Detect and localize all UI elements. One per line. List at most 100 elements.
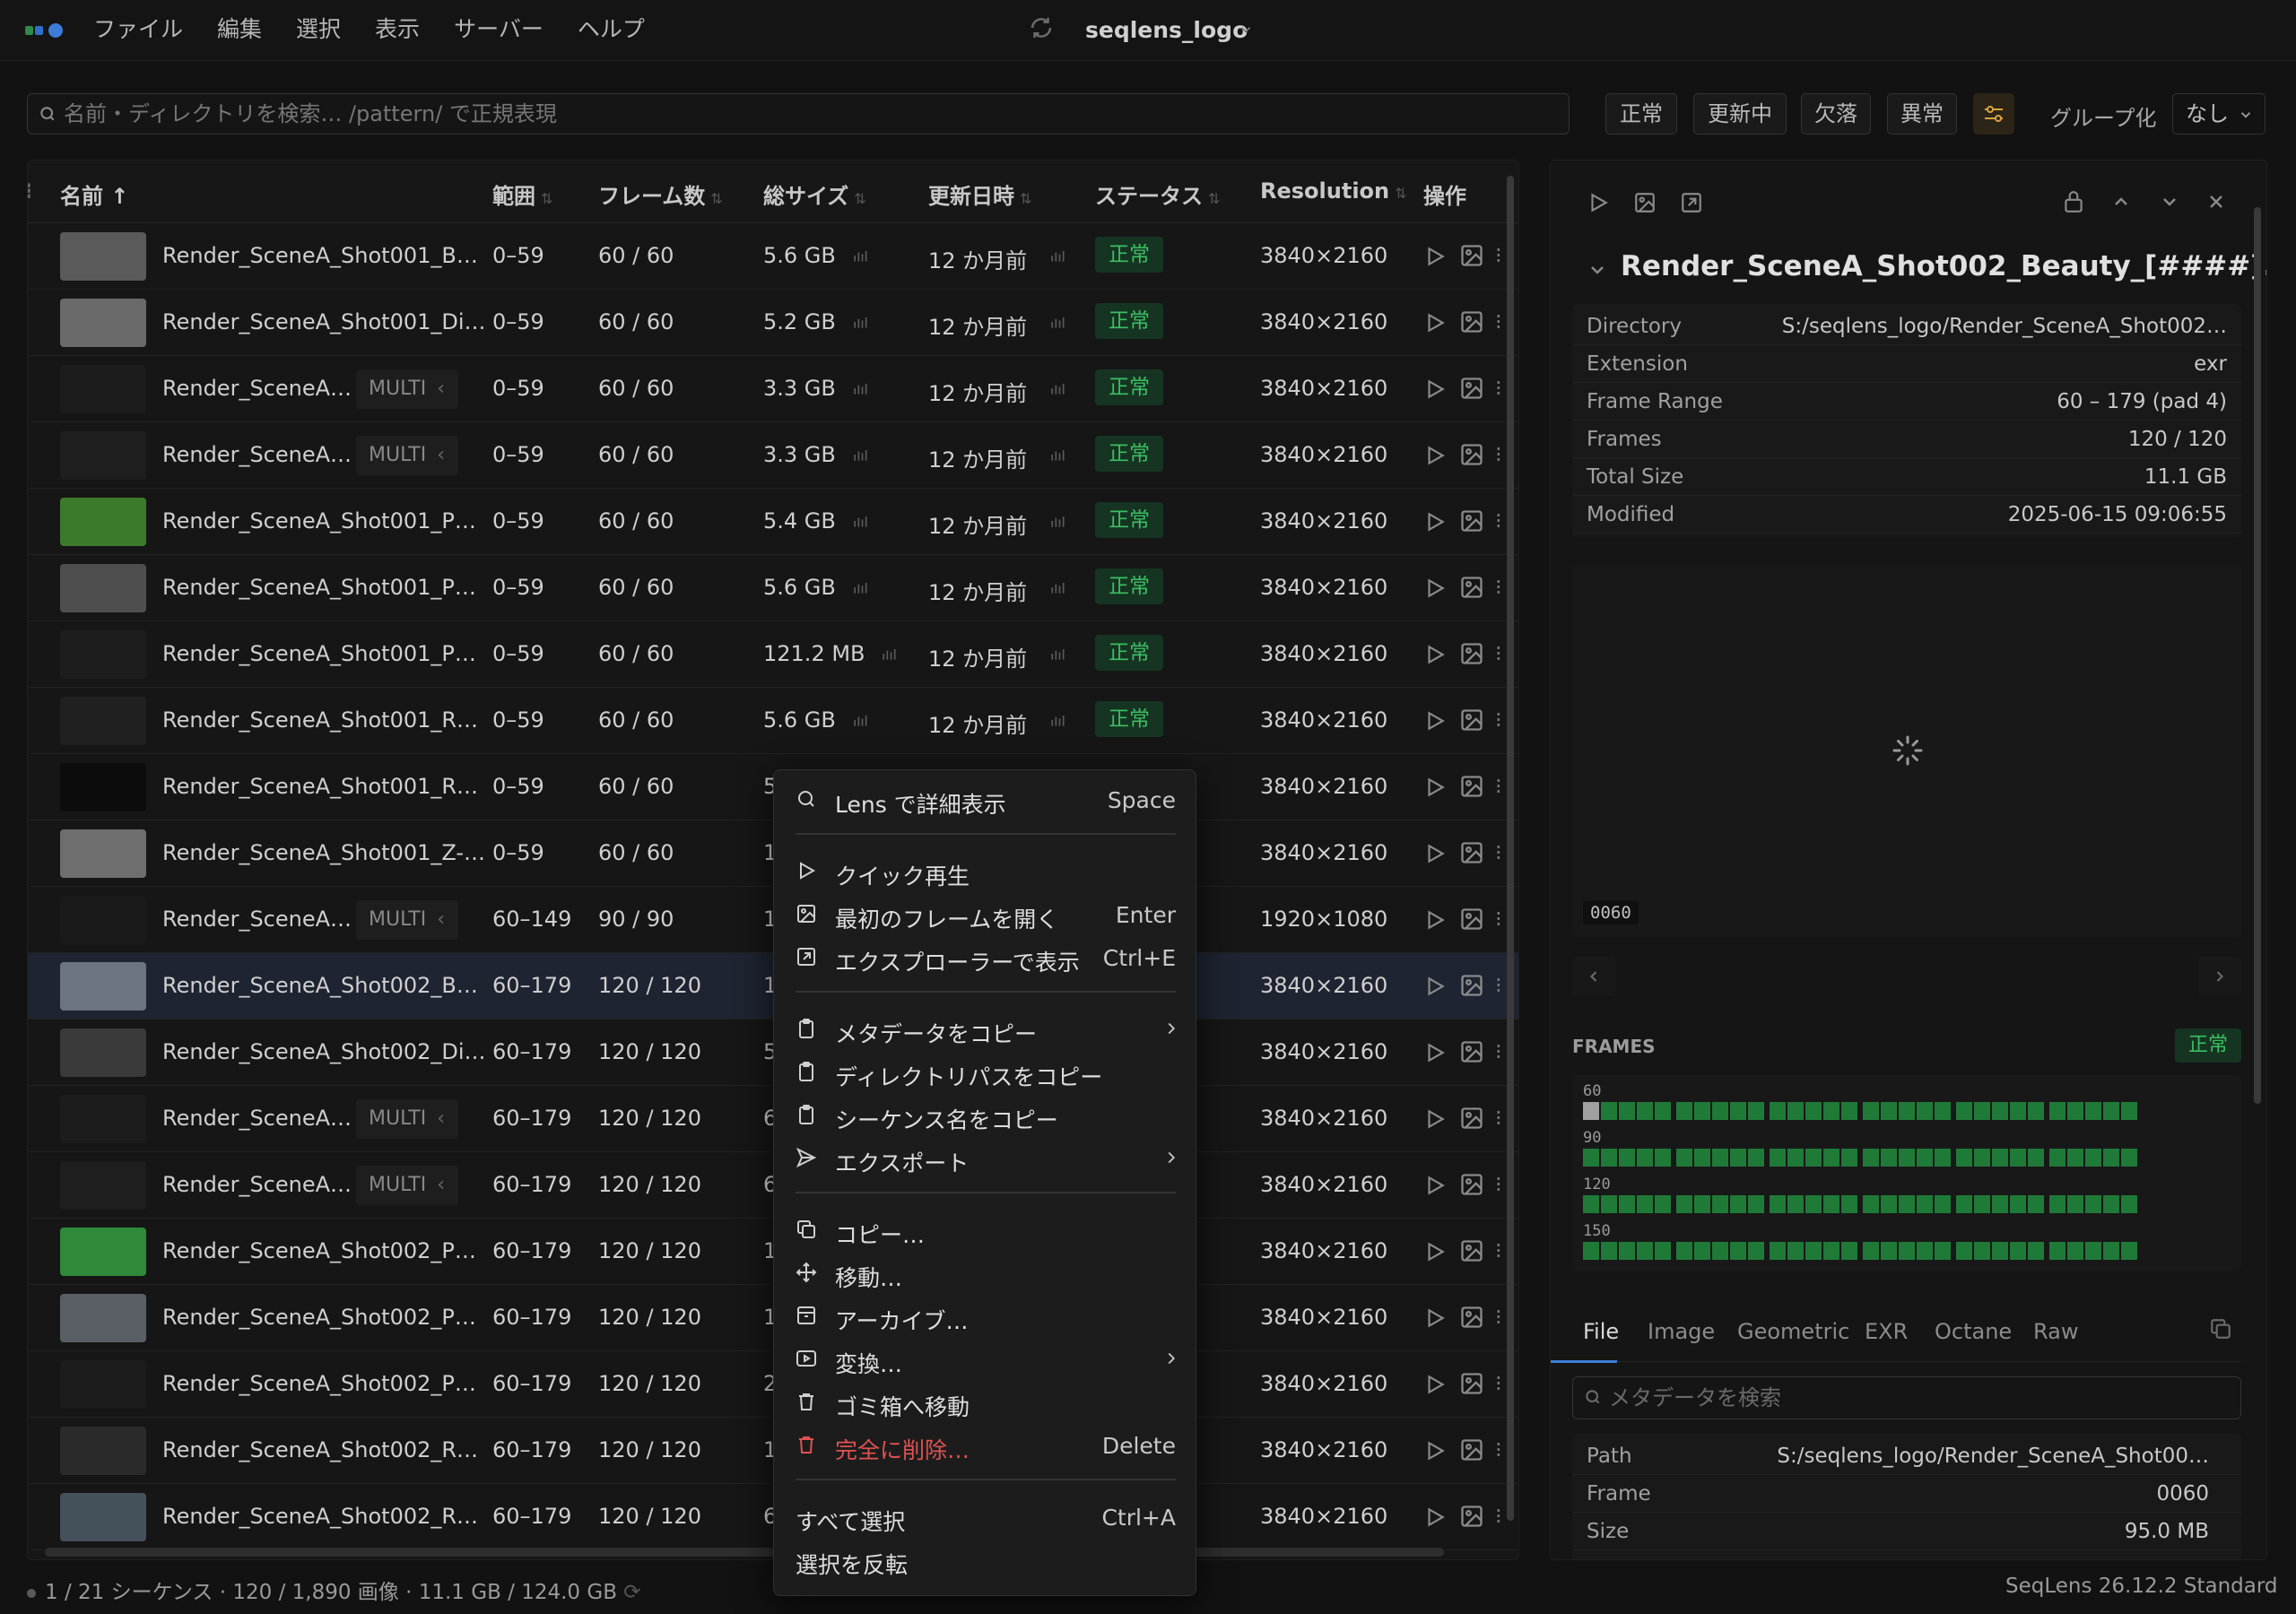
context-menu-item[interactable]: アーカイブ… — [774, 1294, 1197, 1337]
tab-geometric[interactable]: Geometric — [1737, 1319, 1849, 1344]
col-resolution[interactable]: Resolution ⇅ — [1260, 178, 1407, 204]
tab-file[interactable]: File — [1583, 1319, 1619, 1344]
more-icon[interactable]: ⁝ — [1495, 840, 1502, 867]
frame-strip[interactable] — [1583, 1242, 2214, 1260]
image-icon[interactable] — [1633, 191, 1657, 214]
close-icon[interactable] — [2205, 191, 2227, 213]
more-icon[interactable]: ⁝ — [1495, 1106, 1502, 1132]
col-range[interactable]: 範囲 ⇅ — [492, 178, 552, 210]
context-menu-item[interactable]: 変換… — [774, 1337, 1197, 1380]
group-select[interactable]: なし — [2172, 93, 2266, 134]
image-icon[interactable] — [1459, 840, 1484, 865]
tab-image[interactable]: Image — [1648, 1319, 1715, 1344]
chevron-up-icon[interactable] — [2110, 191, 2132, 213]
frame-strip[interactable] — [1583, 1149, 2214, 1167]
play-icon[interactable] — [1423, 1373, 1447, 1396]
table-row[interactable]: Render_SceneA_Shot001_B… 0–59 60 / 60 5.6 G… — [28, 223, 1518, 290]
table-row[interactable]: Render_SceneA_Shot001_P… 0–59 60 / 60 121.2… — [28, 621, 1518, 688]
play-icon[interactable] — [1423, 510, 1447, 534]
context-menu-item[interactable]: メタデータをコピー — [774, 1007, 1197, 1050]
image-icon[interactable] — [1459, 309, 1484, 334]
image-icon[interactable] — [1459, 508, 1484, 534]
more-icon[interactable]: ⁝ — [1495, 1437, 1502, 1464]
col-modified[interactable]: 更新日時 ⇅ — [928, 178, 1031, 210]
frame-strip[interactable] — [1583, 1195, 2214, 1213]
more-icon[interactable]: ⁝ — [1495, 641, 1502, 668]
more-icon[interactable]: ⁝ — [1495, 243, 1502, 270]
play-icon[interactable] — [1423, 1041, 1447, 1064]
play-icon[interactable] — [1423, 245, 1447, 268]
image-icon[interactable] — [1459, 907, 1484, 932]
multi-badge[interactable]: MULTI ‹ — [356, 369, 458, 409]
image-icon[interactable] — [1459, 442, 1484, 467]
play-icon[interactable] — [1587, 191, 1610, 214]
more-icon[interactable]: ⁝ — [1495, 442, 1502, 469]
col-status[interactable]: ステータス ⇅ — [1095, 178, 1220, 210]
context-menu-item[interactable]: 選択を反転 — [774, 1538, 1197, 1581]
context-menu-item[interactable]: 移動… — [774, 1251, 1197, 1294]
play-icon[interactable] — [1423, 577, 1447, 600]
more-icon[interactable]: ⁝ — [1495, 707, 1502, 734]
sync-icon[interactable] — [1028, 14, 1055, 41]
copy-icon[interactable] — [2209, 1317, 2232, 1341]
play-icon[interactable] — [1423, 908, 1447, 932]
context-menu-item[interactable]: Lens で詳細表示 Space — [774, 777, 1197, 820]
col-name[interactable]: 名前 ↑ — [60, 178, 128, 210]
context-menu-item[interactable]: ディレクトリパスをコピー — [774, 1050, 1197, 1093]
col-frames[interactable]: フレーム数 ⇅ — [598, 178, 723, 210]
more-icon[interactable]: ⁝ — [1495, 973, 1502, 1000]
play-icon[interactable] — [1423, 444, 1447, 467]
play-icon[interactable] — [1423, 311, 1447, 334]
play-icon[interactable] — [1423, 1306, 1447, 1330]
context-menu-item[interactable]: すべて選択 Ctrl+A — [774, 1495, 1197, 1538]
context-menu-item[interactable]: 完全に削除… Delete — [774, 1423, 1197, 1466]
metadata-search-input[interactable] — [1609, 1377, 2228, 1419]
menu-item-0[interactable]: ファイル — [93, 13, 183, 47]
more-icon[interactable]: ⁝ — [1495, 1172, 1502, 1199]
detail-scrollbar[interactable] — [2254, 207, 2261, 1104]
play-icon[interactable] — [1423, 975, 1447, 998]
play-icon[interactable] — [1423, 643, 1447, 666]
filter-error-button[interactable]: 異常 — [1887, 93, 1957, 134]
menu-item-4[interactable]: サーバー — [454, 13, 544, 47]
table-row[interactable]: Render_SceneA_Shot001_P… 0–59 60 / 60 5.4 G… — [28, 489, 1518, 555]
context-menu-item[interactable]: エクスプローラーで表示 Ctrl+E — [774, 935, 1197, 978]
more-icon[interactable]: ⁝ — [1495, 575, 1502, 602]
column-resize-handle[interactable]: ⁝ — [28, 178, 32, 204]
table-row[interactable]: Render_SceneA… MULTI ‹ 0–59 60 / 60 3.3 GB 12 … — [28, 422, 1518, 489]
context-menu-item[interactable]: ゴミ箱へ移動 — [774, 1380, 1197, 1423]
context-menu-item[interactable]: エクスポート — [774, 1136, 1197, 1179]
play-icon[interactable] — [1423, 1174, 1447, 1197]
tab-exr[interactable]: EXR — [1865, 1319, 1908, 1344]
image-icon[interactable] — [1459, 973, 1484, 998]
multi-badge[interactable]: MULTI ‹ — [356, 1166, 458, 1205]
more-icon[interactable]: ⁝ — [1495, 508, 1502, 535]
play-icon[interactable] — [1423, 842, 1447, 865]
table-row[interactable]: Render_SceneA_Shot001_P… 0–59 60 / 60 5.6 G… — [28, 555, 1518, 621]
frame-strip[interactable] — [1583, 1102, 2214, 1120]
play-icon[interactable] — [1423, 377, 1447, 401]
refresh-icon[interactable]: ⟳ — [623, 1581, 640, 1604]
image-icon[interactable] — [1459, 1238, 1484, 1263]
more-icon[interactable]: ⁝ — [1495, 1371, 1502, 1398]
search-input[interactable] — [64, 94, 1552, 134]
image-icon[interactable] — [1459, 376, 1484, 401]
play-icon[interactable] — [1423, 1506, 1447, 1529]
image-icon[interactable] — [1459, 1504, 1484, 1529]
workspace-title[interactable]: seqlens_logo — [1085, 14, 1248, 47]
chevron-down-icon[interactable] — [1587, 259, 1608, 281]
image-icon[interactable] — [1459, 1172, 1484, 1197]
context-menu-item[interactable]: 最初のフレームを開く Enter — [774, 892, 1197, 935]
frame-preview[interactable]: 0060 — [1572, 564, 2241, 937]
more-icon[interactable]: ⁝ — [1495, 1039, 1502, 1066]
more-icon[interactable]: ⁝ — [1495, 774, 1502, 801]
more-icon[interactable]: ⁝ — [1495, 907, 1502, 933]
next-frame-button[interactable] — [2198, 957, 2241, 996]
table-row[interactable]: Render_SceneA… MULTI ‹ 0–59 60 / 60 3.3 GB 12 … — [28, 356, 1518, 422]
more-icon[interactable]: ⁝ — [1495, 1305, 1502, 1332]
image-icon[interactable] — [1459, 774, 1484, 799]
image-icon[interactable] — [1459, 1305, 1484, 1330]
prev-frame-button[interactable] — [1572, 957, 1615, 996]
filter-settings-button[interactable] — [1973, 93, 2014, 134]
multi-badge[interactable]: MULTI ‹ — [356, 436, 458, 475]
